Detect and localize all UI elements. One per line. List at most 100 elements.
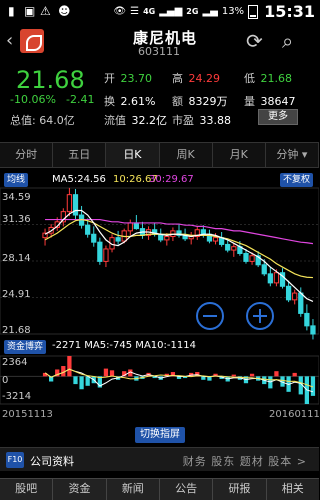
turnover-item: 换 2.61%: [104, 93, 155, 109]
candle-body-12: [115, 237, 121, 242]
ma30-label: 30:29.67: [149, 174, 194, 185]
flow-ma5-line: [44, 368, 314, 393]
tab-five-day[interactable]: 五日: [53, 143, 107, 167]
nav-funds[interactable]: 资金: [53, 479, 107, 500]
kline-svg: [0, 187, 319, 405]
f10-title: 公司资料: [30, 455, 74, 468]
candle-body-38: [273, 272, 280, 284]
open-label: 开: [104, 72, 115, 85]
flow-bar-11: [109, 370, 115, 377]
candle-body-14: [127, 222, 133, 232]
market-cap-label: 总值: [10, 114, 32, 127]
tab-monthly-k[interactable]: 月K: [213, 143, 266, 167]
status-right: 👁 ☰ 4G ▂▄▆ 2G ▂▄ 13% 15:31: [113, 2, 315, 21]
date-right: 20160111: [269, 409, 320, 420]
candle-body-31: [231, 246, 237, 251]
flow-bar-38: [274, 371, 279, 377]
nav-news[interactable]: 新闻: [107, 479, 160, 500]
amount-label: 额: [172, 95, 183, 108]
back-arrow-icon[interactable]: ‹: [6, 30, 13, 51]
tab-weekly-k[interactable]: 周K: [160, 143, 213, 167]
app-header: ‹ 康尼机电 603111 ⟳ ⌕: [0, 22, 319, 60]
flow-bar-31: [231, 374, 236, 377]
bottom-nav: 股吧 资金 新闻 公告 研报 相关: [0, 478, 319, 500]
network-label-1: 4G: [143, 7, 156, 16]
chevron-down-icon: ▾: [298, 148, 308, 161]
candle-body-8: [91, 233, 97, 243]
eye-icon: 👁: [113, 6, 127, 17]
flow-bar-34: [249, 373, 255, 377]
y-tick-0: 34.59: [2, 192, 31, 203]
candle-body-4: [66, 194, 73, 213]
flow-bar-4: [67, 356, 72, 377]
signal-icon: ▮: [8, 4, 15, 18]
ma5-label: MA5:24.56: [52, 174, 106, 185]
period-tabs: 分时 五日 日K 周K 月K 分钟 ▾: [0, 142, 320, 168]
amount-value: 8329万: [188, 95, 228, 108]
flow-bar-7: [85, 376, 90, 386]
market-cap: 总值: 64.0亿: [10, 114, 75, 127]
ma-tag[interactable]: 均线: [4, 173, 29, 187]
candle-body-26: [200, 229, 206, 235]
float-item: 流值 32.2亿: [104, 112, 167, 128]
float-value: 32.2亿: [131, 114, 168, 127]
low-label: 低: [244, 72, 255, 85]
signal-bars-icon-2: ▂▄: [202, 6, 218, 17]
search-icon[interactable]: ⌕: [282, 29, 293, 53]
candle-body-44: [310, 325, 316, 335]
float-label: 流值: [104, 114, 126, 127]
nav-forum[interactable]: 股吧: [0, 479, 54, 500]
candle-body-37: [267, 273, 273, 284]
volume-label: 量: [244, 95, 255, 108]
stock-code: 603111: [138, 45, 180, 58]
more-button[interactable]: 更多: [258, 109, 298, 125]
vol-tick-1: 0: [2, 375, 9, 386]
pe-item: 市盈 33.88: [172, 112, 231, 128]
change-amount: -2.41: [66, 93, 95, 106]
kline-chart[interactable]: 均线 MA5:24.56 10:26.67 30:29.67 不复权 34.59…: [0, 168, 320, 426]
candle-body-40: [285, 285, 292, 301]
f10-tag: F10: [6, 452, 24, 468]
battery-icon: [248, 4, 259, 19]
tab-daily-k[interactable]: 日K: [106, 143, 160, 167]
switch-screen-button[interactable]: 切换指屏: [135, 427, 185, 443]
tab-minute-label: 分钟: [276, 148, 299, 161]
volume-item: 量 38647: [244, 93, 296, 109]
flow-bar-10: [103, 368, 109, 377]
candle-body-9: [97, 241, 103, 262]
open-value: 23.70: [120, 72, 153, 85]
adjust-tag[interactable]: 不复权: [280, 173, 314, 187]
y-tick-1: 31.36: [2, 214, 31, 225]
candle-body-34: [249, 255, 255, 262]
price-frame: [0, 187, 319, 335]
capital-tag[interactable]: 资金博弈: [4, 340, 47, 354]
status-bar: ▮ ▣ ⚠ ☻ 👁 ☰ 4G ▂▄▆ 2G ▂▄ 13% 15:31: [0, 0, 319, 22]
low-value: 21.68: [260, 72, 293, 85]
volume-value: 38647: [260, 95, 296, 108]
date-left: 20151113: [2, 409, 53, 420]
f10-bar[interactable]: F10 公司资料 财务 股东 题材 股本 >: [0, 447, 319, 471]
app-logo: [20, 29, 44, 53]
candle-body-42: [298, 292, 304, 314]
pe-label: 市盈: [172, 114, 194, 127]
candle-body-36: [261, 264, 267, 275]
image-icon: ▣: [24, 4, 36, 18]
f10-links[interactable]: 财务 股东 题材 股本 >: [183, 453, 307, 469]
turnover-label: 换: [104, 95, 115, 108]
nav-announcements[interactable]: 公告: [160, 479, 214, 500]
nav-related[interactable]: 相关: [267, 479, 319, 500]
flow-bar-5: [73, 376, 78, 385]
candle-body-7: [85, 224, 91, 235]
tab-minute[interactable]: 分钟 ▾: [266, 143, 320, 167]
amount-item: 额 8329万: [172, 93, 228, 109]
candle-body-28: [212, 237, 219, 242]
refresh-icon[interactable]: ⟳: [246, 29, 263, 53]
flow-bar-41: [292, 372, 297, 377]
signal-bars-icon: ▂▄▆: [159, 6, 183, 17]
open-item: 开 23.70: [104, 70, 152, 86]
market-cap-value: 64.0亿: [39, 114, 75, 127]
candle-body-33: [243, 252, 249, 262]
nav-research[interactable]: 研报: [213, 479, 267, 500]
candle-body-20: [164, 236, 170, 241]
tab-intraday[interactable]: 分时: [0, 143, 54, 167]
